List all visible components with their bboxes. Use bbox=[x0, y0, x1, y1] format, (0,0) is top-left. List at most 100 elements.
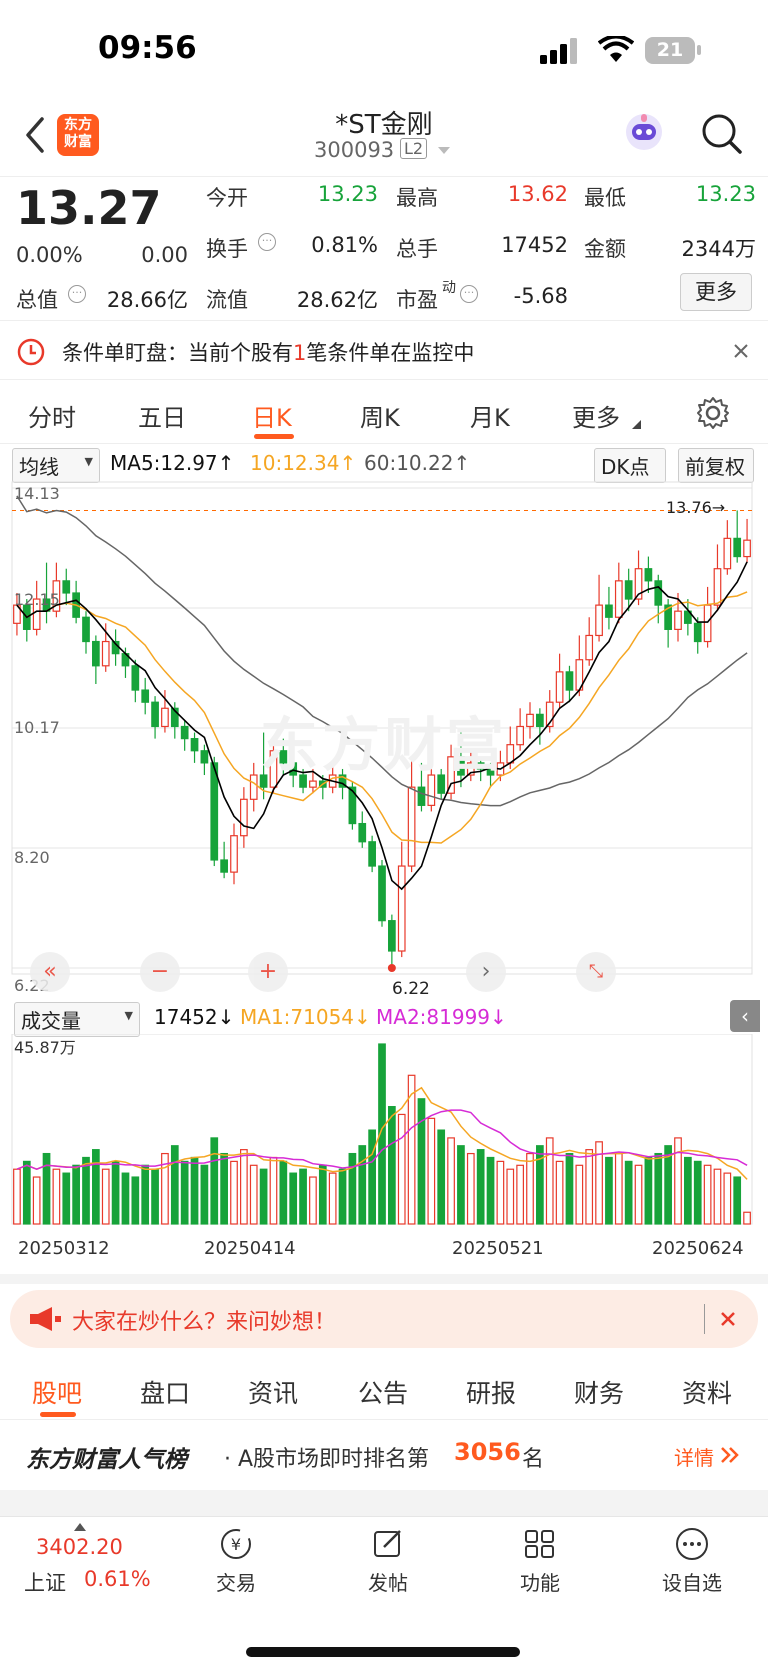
volume-bar bbox=[180, 1160, 189, 1225]
tab-more[interactable]: 更多 bbox=[572, 398, 620, 433]
candle-body bbox=[417, 786, 426, 806]
candle-body bbox=[161, 707, 169, 728]
index-value[interactable]: 3402.20 bbox=[36, 1535, 123, 1559]
popularity-rank[interactable]: 东方财富人气榜 · A股市场即时排名第 3056 名 详情 bbox=[0, 1420, 768, 1490]
functions-button[interactable]: 功能 bbox=[480, 1527, 600, 1596]
kline-chart[interactable]: 14.13 12.15 10.17 8.20 6.22 东方财富 13.76→ … bbox=[0, 478, 768, 1038]
wifi-icon bbox=[598, 36, 634, 62]
date-label: 20250521 bbox=[452, 1238, 544, 1259]
tab-monthly-k[interactable]: 月K bbox=[470, 398, 510, 433]
tab-five-day[interactable]: 五日 bbox=[138, 398, 186, 433]
tab-profile[interactable]: 资料 bbox=[682, 1374, 732, 1410]
condition-order-alert[interactable]: 条件单盯盘：当前个股有1笔条件单在监控中 bbox=[0, 320, 768, 380]
content-tabs: 股吧 盘口 资讯 公告 研报 财务 资料 bbox=[0, 1360, 768, 1420]
volume-bar bbox=[299, 1168, 307, 1225]
volume-bar bbox=[437, 1129, 446, 1225]
candle-body bbox=[190, 738, 199, 752]
candle-body bbox=[131, 665, 140, 691]
rank-unit: 名 bbox=[522, 1447, 545, 1472]
volume-ma2: MA2:81999↓ bbox=[376, 1005, 507, 1029]
zoom-out-button[interactable]: − bbox=[140, 952, 180, 992]
candle-body bbox=[358, 822, 367, 843]
active-tab-indicator bbox=[254, 434, 294, 439]
candle-body bbox=[101, 640, 110, 667]
tab-research[interactable]: 研报 bbox=[466, 1374, 516, 1410]
pe-sup: 动 bbox=[442, 280, 456, 296]
volume-bar bbox=[141, 1164, 150, 1225]
volume-bar bbox=[427, 1117, 436, 1225]
volume-bar bbox=[32, 1176, 41, 1225]
volume-bar bbox=[417, 1098, 426, 1225]
high-label: 最高 bbox=[396, 186, 438, 210]
low-value: 13.23 bbox=[695, 182, 756, 206]
tab-announcement[interactable]: 公告 bbox=[358, 1374, 408, 1410]
info-icon[interactable]: ··· bbox=[258, 233, 276, 251]
ai-banner[interactable]: 大家在炒什么？来问妙想！ bbox=[10, 1290, 758, 1348]
volume-bar bbox=[743, 1211, 751, 1225]
volume-bar bbox=[289, 1172, 298, 1225]
candle-body bbox=[674, 610, 682, 630]
detail-link[interactable]: 详情 bbox=[674, 1442, 714, 1471]
candle-body bbox=[249, 774, 258, 800]
close-icon[interactable] bbox=[720, 1311, 736, 1327]
candle-body bbox=[614, 580, 623, 618]
tab-intraday[interactable]: 分时 bbox=[28, 398, 76, 433]
volume-bar bbox=[703, 1164, 712, 1225]
fullscreen-button[interactable]: ⤡ bbox=[576, 952, 616, 992]
volume-bar bbox=[72, 1164, 80, 1225]
low-label: 最低 bbox=[584, 186, 626, 210]
candle-body bbox=[536, 713, 544, 728]
tab-weekly-k[interactable]: 周K bbox=[360, 398, 400, 433]
chevron-down-icon[interactable] bbox=[437, 146, 451, 156]
date-label: 20250414 bbox=[204, 1238, 296, 1259]
candle-body bbox=[565, 671, 574, 691]
divider bbox=[704, 1304, 705, 1334]
info-icon[interactable]: ··· bbox=[68, 285, 86, 303]
collapse-panel-button[interactable]: ‹ bbox=[730, 1000, 760, 1032]
volume-bar bbox=[634, 1164, 643, 1225]
volume-bar bbox=[614, 1152, 623, 1225]
post-button[interactable]: 发帖 bbox=[328, 1527, 448, 1596]
axis-label-top: 14.13 bbox=[14, 484, 60, 503]
close-icon[interactable] bbox=[733, 343, 749, 359]
volume-max-label: 45.87万 bbox=[14, 1038, 76, 1057]
trade-button[interactable]: ¥ 交易 bbox=[176, 1527, 296, 1596]
settings-icon[interactable] bbox=[696, 396, 730, 430]
candle-body bbox=[624, 580, 633, 600]
candle-body bbox=[378, 865, 386, 922]
candle-body bbox=[397, 865, 406, 952]
candle-body bbox=[516, 725, 524, 746]
clock-alert-icon bbox=[17, 338, 45, 366]
zoom-in-button[interactable]: + bbox=[248, 952, 288, 992]
tab-pankou[interactable]: 盘口 bbox=[140, 1374, 190, 1410]
volume-bar bbox=[92, 1149, 100, 1225]
edit-icon bbox=[374, 1530, 401, 1557]
volume-bar bbox=[170, 1145, 179, 1225]
candle-body bbox=[180, 725, 189, 740]
volume-bar bbox=[121, 1172, 130, 1225]
volume-bar bbox=[220, 1152, 228, 1225]
robot-assistant-icon[interactable] bbox=[622, 110, 666, 154]
tab-daily-k[interactable]: 日K bbox=[252, 398, 292, 433]
more-button[interactable]: 更多 bbox=[680, 273, 752, 311]
grid-icon bbox=[525, 1530, 554, 1558]
level-badge[interactable]: L2 bbox=[400, 138, 428, 159]
volume-chart[interactable]: 45.87万 bbox=[0, 1033, 768, 1234]
up-arrow-icon bbox=[74, 1523, 86, 1531]
search-icon[interactable] bbox=[700, 112, 744, 156]
status-time: 09:56 bbox=[98, 30, 197, 66]
volume-selector[interactable]: 成交量 ▼ bbox=[14, 1002, 140, 1037]
next-button[interactable]: › bbox=[466, 952, 506, 992]
candle-body bbox=[526, 713, 534, 728]
rewind-button[interactable]: « bbox=[30, 952, 70, 992]
add-watchlist-button[interactable]: 设自选 bbox=[632, 1527, 752, 1596]
volume-bar bbox=[259, 1168, 268, 1225]
tab-guba[interactable]: 股吧 bbox=[32, 1374, 82, 1410]
candle-body bbox=[723, 537, 732, 570]
volume-bar bbox=[62, 1172, 71, 1225]
pe-value: -5.68 bbox=[513, 284, 568, 308]
info-icon[interactable]: ··· bbox=[460, 285, 478, 303]
volume-bar bbox=[476, 1149, 485, 1225]
tab-news[interactable]: 资讯 bbox=[248, 1374, 298, 1410]
tab-finance[interactable]: 财务 bbox=[574, 1374, 624, 1410]
